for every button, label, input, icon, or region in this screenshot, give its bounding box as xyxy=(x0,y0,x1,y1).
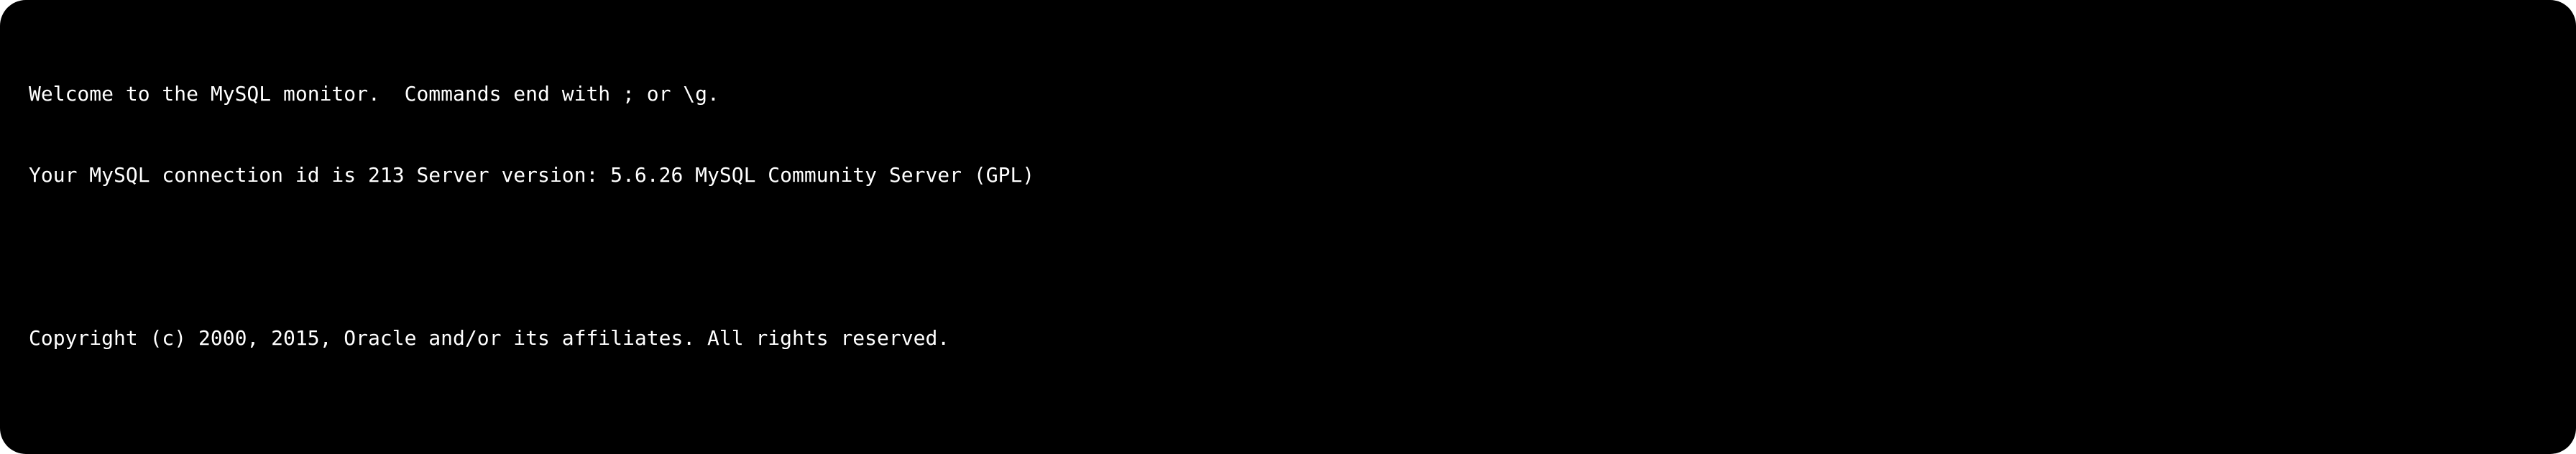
terminal-line xyxy=(29,406,2547,433)
terminal-line: Welcome to the MySQL monitor. Commands e… xyxy=(29,80,2547,108)
terminal-line: Copyright (c) 2000, 2015, Oracle and/or … xyxy=(29,325,2547,352)
terminal-line xyxy=(29,243,2547,270)
terminal-line: Your MySQL connection id is 213 Server v… xyxy=(29,162,2547,189)
mysql-terminal[interactable]: Welcome to the MySQL monitor. Commands e… xyxy=(0,0,2576,454)
